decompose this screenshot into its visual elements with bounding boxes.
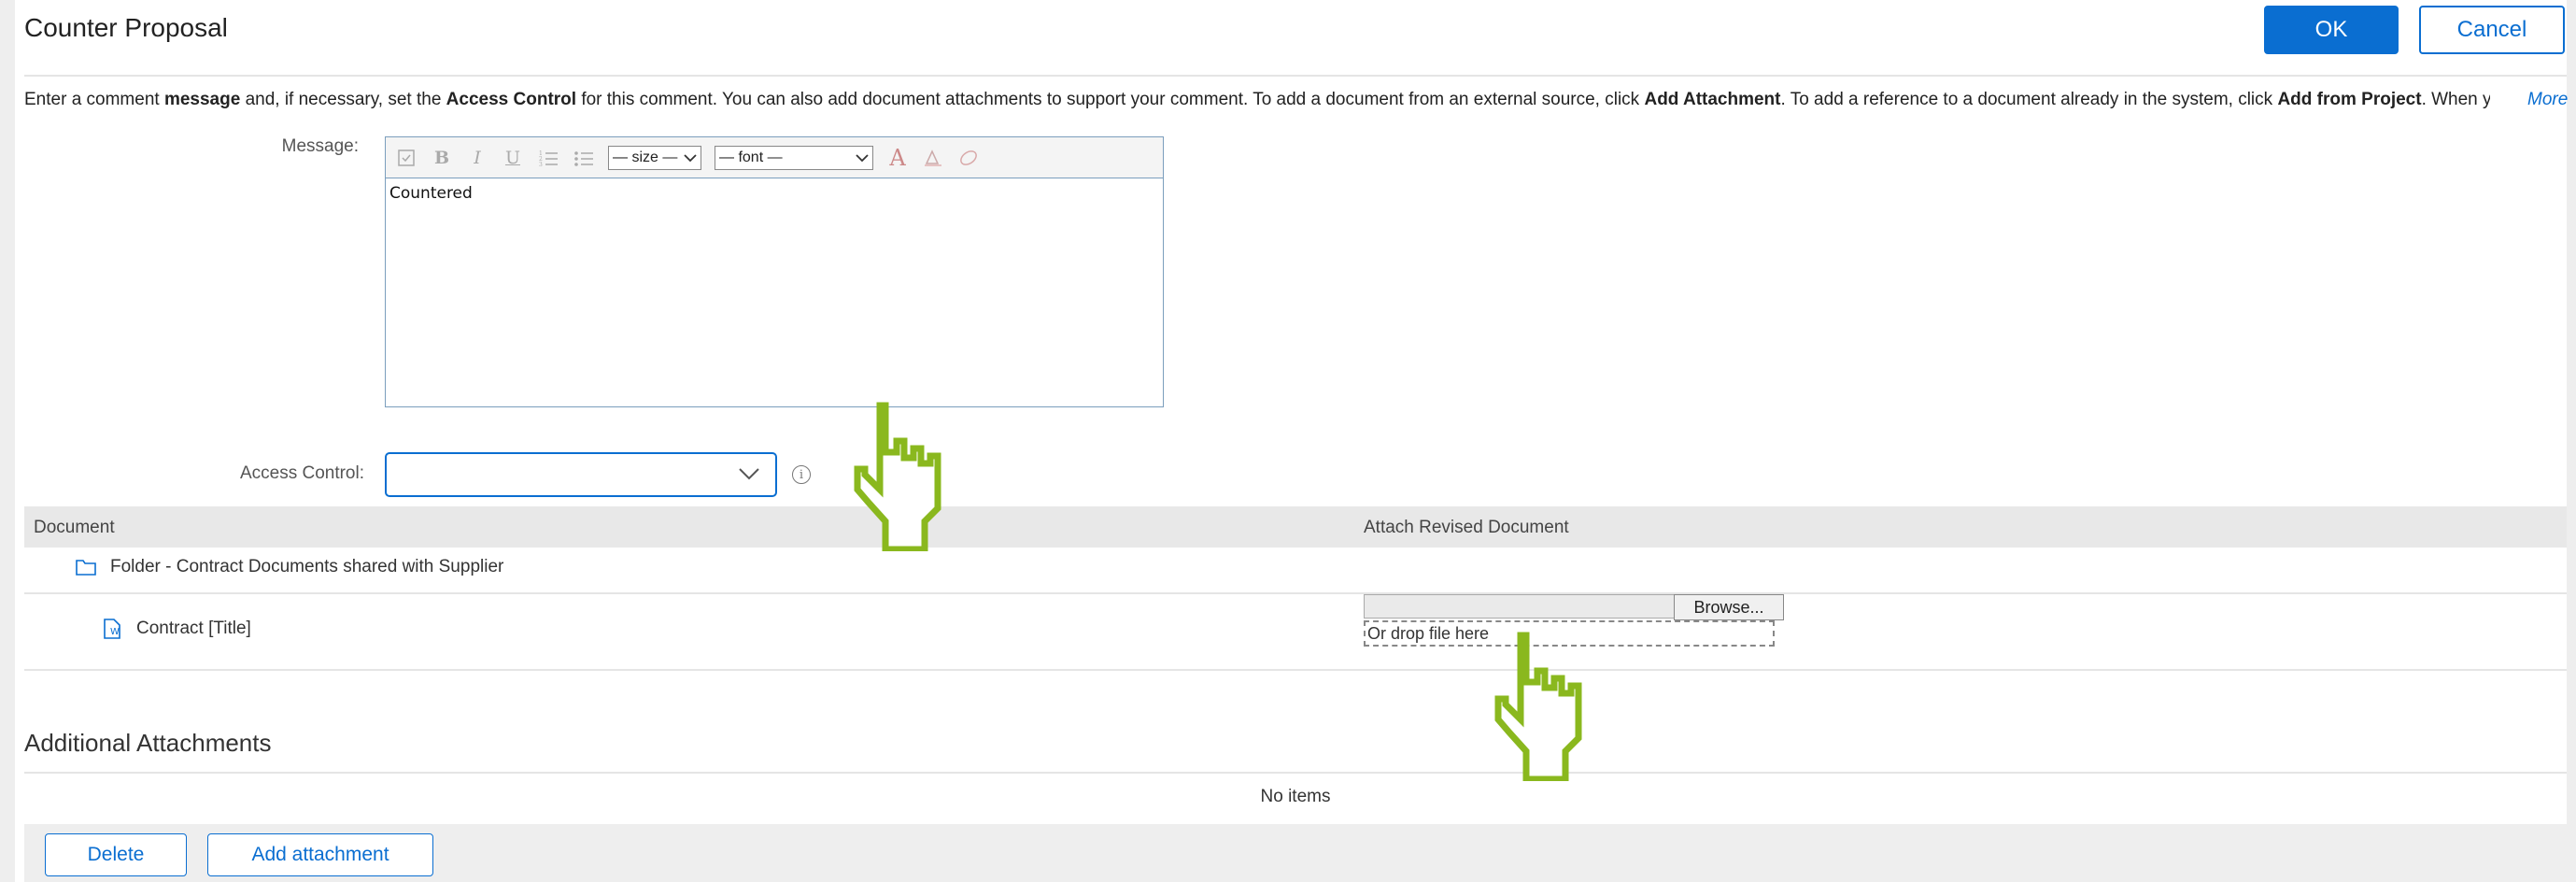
hand-cursor-icon (1494, 632, 1582, 781)
spellcheck-icon[interactable] (395, 147, 418, 169)
italic-icon[interactable]: I (466, 147, 488, 169)
font-family-value: — font — (719, 149, 783, 165)
font-family-select[interactable]: — font — (715, 145, 873, 170)
bold-icon[interactable]: B (431, 147, 453, 169)
font-size-value: — size — (613, 149, 678, 165)
row-divider (24, 592, 2567, 594)
numbered-list-icon[interactable]: 123 (537, 147, 559, 169)
underline-icon[interactable]: U (502, 147, 524, 169)
document-table-header: Document Attach Revised Document (24, 506, 2567, 548)
folder-icon (76, 560, 96, 576)
row-divider (24, 669, 2567, 671)
hand-cursor-icon (854, 402, 941, 551)
bullet-list-icon[interactable] (573, 147, 595, 169)
section-divider (24, 772, 2567, 774)
header-divider (24, 75, 2567, 77)
add-attachment-button[interactable]: Add attachment (207, 833, 433, 876)
document-link[interactable]: Contract [Title] (136, 619, 251, 639)
access-control-select[interactable] (385, 452, 777, 497)
svg-text:3: 3 (539, 162, 543, 167)
left-edge (0, 0, 15, 882)
eraser-icon[interactable] (957, 147, 980, 169)
column-header-attach: Attach Revised Document (1364, 518, 1569, 537)
access-control-label: Access Control: (239, 463, 364, 483)
chevron-down-icon (684, 153, 697, 162)
intro-text: Enter a comment message and, if necessar… (24, 90, 2490, 109)
editor-toolbar: B I U 123 — size — — font — A (386, 137, 1163, 178)
text-color-icon[interactable]: A (886, 145, 909, 171)
chevron-down-icon (739, 468, 759, 480)
chevron-down-icon (856, 153, 869, 162)
column-header-document: Document (34, 518, 115, 537)
ok-button[interactable]: OK (2264, 6, 2399, 54)
highlight-icon[interactable] (922, 147, 944, 169)
file-path-field[interactable] (1364, 594, 1691, 619)
right-edge (2567, 0, 2576, 882)
message-input[interactable]: Countered (386, 178, 1163, 208)
more-link[interactable]: More (2527, 90, 2568, 110)
additional-attachments-title: Additional Attachments (24, 729, 272, 757)
delete-button[interactable]: Delete (45, 833, 187, 876)
cancel-button[interactable]: Cancel (2419, 6, 2565, 54)
message-editor[interactable]: B I U 123 — size — — font — A Countered (385, 136, 1164, 407)
folder-row: Folder - Contract Documents shared with … (75, 557, 503, 577)
info-icon[interactable]: i (792, 465, 811, 484)
document-row: W Contract [Title] (101, 617, 251, 641)
empty-message: No items (1260, 787, 1331, 806)
word-document-icon: W (104, 619, 120, 639)
page-title: Counter Proposal (24, 13, 228, 42)
message-label: Message: (281, 136, 359, 156)
font-size-select[interactable]: — size — (608, 145, 701, 170)
svg-text:W: W (110, 627, 120, 637)
folder-label: Folder - Contract Documents shared with … (110, 557, 504, 576)
browse-button[interactable]: Browse... (1674, 594, 1784, 620)
